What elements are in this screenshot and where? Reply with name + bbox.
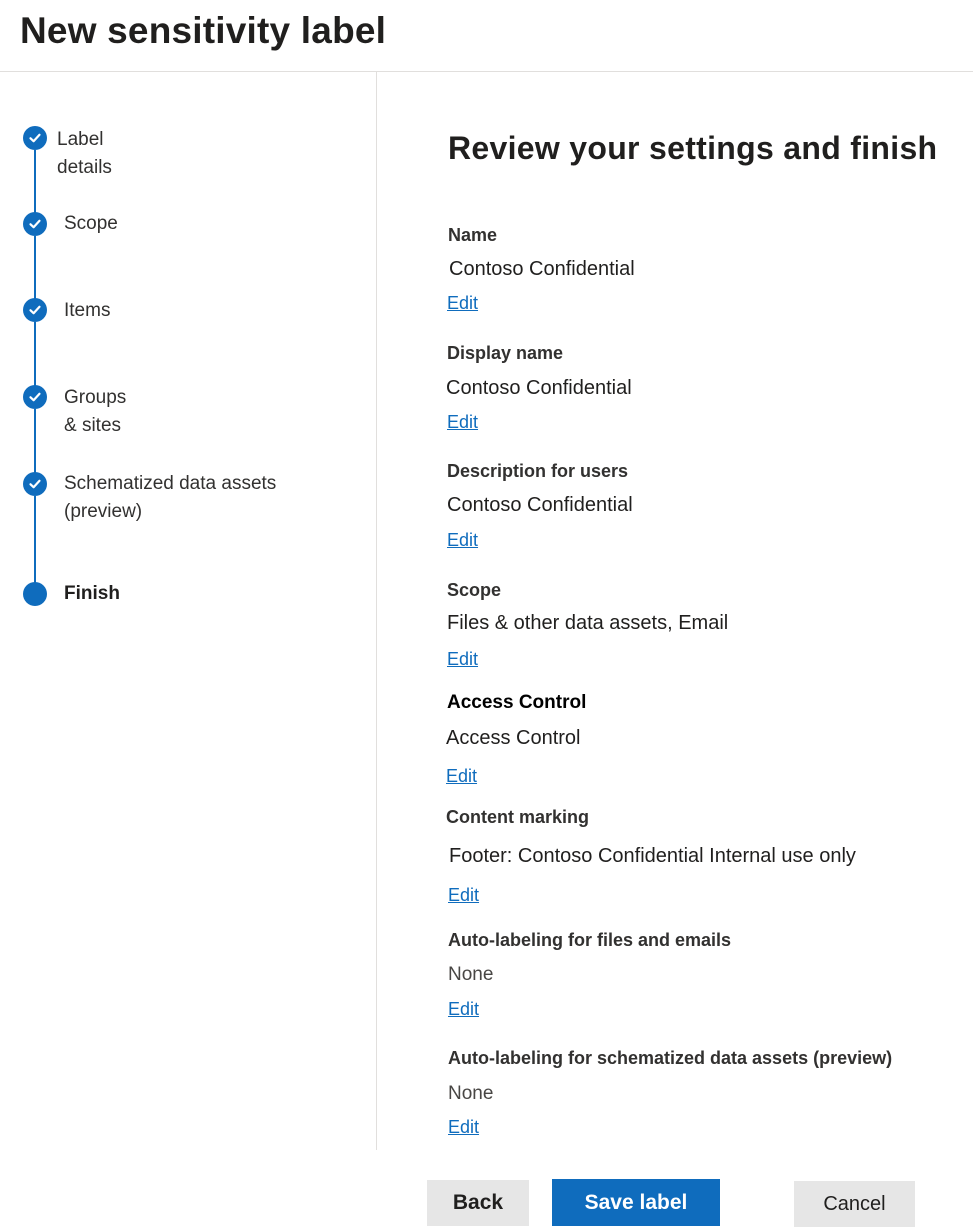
name-value: Contoso Confidential [449,258,635,280]
step-label-finish[interactable]: Finish [64,580,120,608]
edit-auto-labeling-schematized-link[interactable]: Edit [448,1117,479,1138]
edit-content-marking-link[interactable]: Edit [448,885,479,906]
description-label: Description for users [447,461,629,481]
edit-display-name-link[interactable]: Edit [447,412,478,433]
auto-labeling-files-value: None [448,964,494,985]
step-connector [34,236,36,302]
step-label-groups-sites[interactable]: Groups & sites [64,384,126,440]
access-control-value: Access Control [446,727,581,749]
name-label: Name [448,225,498,245]
step-label-items[interactable]: Items [64,297,110,325]
left-panel-divider [376,72,377,1150]
save-label-button[interactable]: Save label [552,1179,720,1226]
edit-description-link[interactable]: Edit [447,530,478,551]
step-connector [34,496,36,586]
edit-access-control-link[interactable]: Edit [446,766,477,787]
step-label-details[interactable]: Label details [57,126,112,182]
display-name-value: Contoso Confidential [446,377,632,399]
step-label-schematized-data-assets[interactable]: Schematized data assets (preview) [64,470,304,526]
step-completed-checkmark-icon [23,385,47,409]
content-marking-label: Content marking [446,807,590,827]
scope-value: Files & other data assets, Email [447,612,729,634]
edit-scope-link[interactable]: Edit [447,649,478,670]
access-control-label: Access Control [447,692,587,713]
description-value: Contoso Confidential [447,494,633,516]
scope-label: Scope [447,580,502,600]
step-completed-checkmark-icon [23,298,47,322]
step-completed-checkmark-icon [23,212,47,236]
auto-labeling-schematized-label: Auto-labeling for schematized data asset… [448,1048,893,1068]
edit-auto-labeling-files-link[interactable]: Edit [448,999,479,1020]
review-heading: Review your settings and finish [448,130,938,166]
step-connector [34,322,36,388]
auto-labeling-schematized-value: None [448,1083,494,1104]
page-title: New sensitivity label [20,10,387,51]
title-divider [0,71,973,72]
display-name-label: Display name [447,343,564,363]
back-button[interactable]: Back [427,1180,529,1226]
edit-name-link[interactable]: Edit [447,293,478,314]
step-connector [34,409,36,475]
step-completed-checkmark-icon [23,472,47,496]
cancel-button[interactable]: Cancel [794,1181,915,1227]
auto-labeling-files-label: Auto-labeling for files and emails [448,930,732,950]
step-connector [34,150,36,215]
step-label-scope[interactable]: Scope [64,210,118,238]
content-marking-value: Footer: Contoso Confidential Internal us… [449,845,856,867]
step-completed-checkmark-icon [23,126,47,150]
step-current-dot-icon [23,582,47,606]
